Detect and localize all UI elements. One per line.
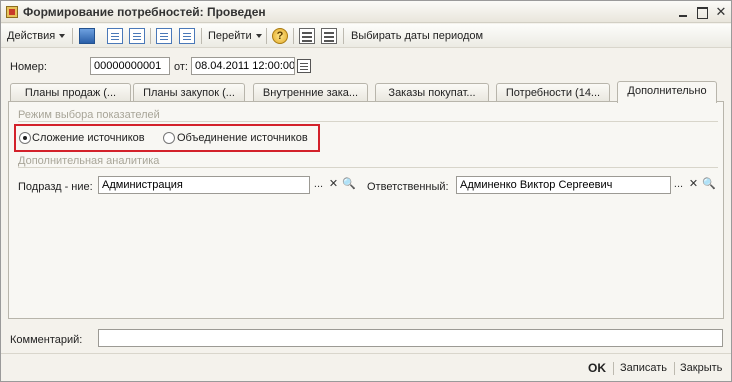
mode-group-title: Режим выбора показателей: [18, 109, 160, 121]
responsible-label: Ответственный:: [367, 181, 449, 193]
radio-union-sources[interactable]: [163, 132, 175, 144]
goto-label: Перейти: [208, 30, 252, 42]
toolbar-separator: [266, 28, 267, 44]
responsible-input[interactable]: Админенко Виктор Сергеевич: [456, 176, 671, 194]
radio-union-label[interactable]: Объединение источников: [177, 132, 308, 144]
actions-label: Действия: [7, 30, 56, 42]
actions-menu-button[interactable]: Действия: [7, 28, 66, 44]
document-window: Формирование потребностей: Проведен ✕ Де…: [0, 0, 732, 382]
structure-icon[interactable]: [299, 28, 315, 44]
tab-customer-orders[interactable]: Заказы покупат...: [375, 83, 489, 102]
button-separator: [674, 362, 675, 375]
department-search-icon[interactable]: 🔍: [342, 177, 356, 193]
toolbar: Действия Перейти ? Выбирать даты периодо…: [1, 24, 731, 48]
responsible-search-icon[interactable]: 🔍: [702, 177, 716, 193]
department-input[interactable]: Администрация: [98, 176, 310, 194]
tab-internal-orders[interactable]: Внутренние зака...: [253, 83, 368, 102]
select-dates-period-button[interactable]: Выбирать даты периодом: [351, 28, 483, 44]
unpost-document-icon[interactable]: [179, 28, 195, 44]
toolbar-separator: [150, 28, 151, 44]
post-document-icon[interactable]: [156, 28, 172, 44]
move-to-icon[interactable]: [79, 28, 95, 44]
document-icon: [6, 6, 18, 18]
chevron-down-icon: [59, 34, 66, 39]
tab-needs[interactable]: Потребности (14...: [496, 83, 610, 102]
number-input[interactable]: 00000000001: [90, 57, 170, 75]
group-divider: [18, 167, 718, 168]
help-icon[interactable]: ?: [272, 28, 288, 44]
radio-sum-label[interactable]: Сложение источников: [32, 132, 145, 144]
department-label: Подразд - ние:: [18, 181, 93, 193]
button-separator: [613, 362, 614, 375]
goto-menu-button[interactable]: Перейти: [208, 28, 262, 44]
comment-input[interactable]: [98, 329, 723, 347]
radio-sum-sources[interactable]: [19, 132, 31, 144]
date-input[interactable]: 08.04.2011 12:00:00: [191, 57, 295, 75]
close-window-button[interactable]: ✕: [713, 4, 729, 20]
save-button[interactable]: Записать: [620, 362, 667, 374]
chevron-down-icon: [255, 34, 262, 39]
close-button[interactable]: Закрыть: [680, 362, 722, 374]
toolbar-separator: [293, 28, 294, 44]
date-label: от:: [174, 61, 188, 73]
number-label: Номер:: [10, 61, 47, 73]
group-divider: [18, 121, 718, 122]
title-bar: Формирование потребностей: Проведен ✕: [1, 1, 731, 23]
department-select-button[interactable]: ...: [312, 177, 325, 193]
document-list-icon[interactable]: [107, 28, 123, 44]
maximize-button[interactable]: [694, 4, 710, 20]
bottom-bar: OK Записать Закрыть: [1, 353, 731, 381]
toolbar-separator: [72, 28, 73, 44]
responsible-select-button[interactable]: ...: [672, 177, 685, 193]
tab-sales-plans[interactable]: Планы продаж (...: [10, 83, 131, 102]
toolbar-separator: [201, 28, 202, 44]
refresh-document-icon[interactable]: [129, 28, 145, 44]
analytics-group-title: Дополнительная аналитика: [18, 155, 160, 167]
window-title: Формирование потребностей: Проведен: [23, 5, 266, 19]
settings-list-icon[interactable]: [321, 28, 337, 44]
responsible-clear-icon[interactable]: ✕: [687, 177, 700, 193]
comment-label: Комментарий:: [10, 334, 83, 346]
minimize-button[interactable]: [675, 4, 691, 20]
ok-button[interactable]: OK: [588, 361, 606, 375]
department-clear-icon[interactable]: ✕: [327, 177, 340, 193]
tab-additional[interactable]: Дополнительно: [617, 81, 717, 103]
calendar-icon[interactable]: [297, 59, 311, 73]
tab-purchase-plans[interactable]: Планы закупок (...: [133, 83, 245, 102]
toolbar-separator: [343, 28, 344, 44]
